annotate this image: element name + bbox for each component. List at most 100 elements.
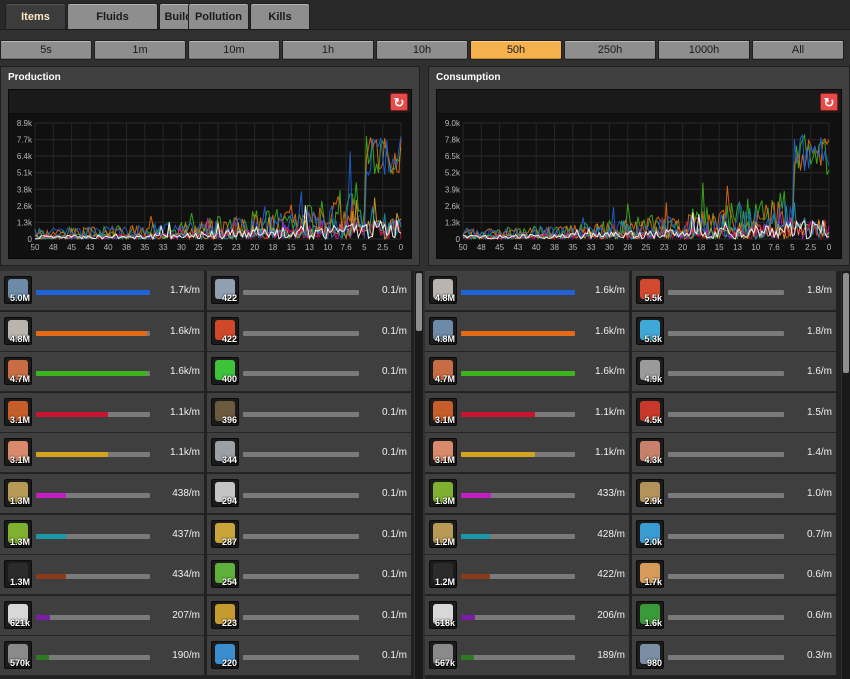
item-slot[interactable]: 4.5k xyxy=(636,397,664,426)
item-slot[interactable]: 1.3M xyxy=(429,479,457,507)
item-slot[interactable]: 4.9k xyxy=(636,357,664,386)
item-row[interactable]: 1.3M 437/m xyxy=(0,514,204,555)
item-row[interactable]: 4.8M 1.6k/m xyxy=(425,311,629,352)
item-slot[interactable]: 4.3k xyxy=(636,438,664,467)
item-row[interactable]: 980 0.3/m xyxy=(632,636,836,677)
timeframe-250h-button[interactable]: 250h xyxy=(564,40,656,60)
item-slot[interactable]: 2.9k xyxy=(636,479,664,507)
item-slot[interactable]: 422 xyxy=(211,276,239,304)
item-slot[interactable]: 1.3M xyxy=(4,560,32,589)
item-row[interactable]: 4.8M 1.6k/m xyxy=(425,271,629,311)
item-slot[interactable]: 3.1M xyxy=(4,397,32,426)
item-row[interactable]: 621k 207/m xyxy=(0,595,204,636)
item-slot[interactable]: 2.0k xyxy=(636,519,664,548)
item-row[interactable]: 567k 189/m xyxy=(425,636,629,677)
item-row[interactable]: 3.1M 1.1k/m xyxy=(425,433,629,474)
item-row[interactable]: 4.3k 1.4/m xyxy=(632,433,836,474)
item-row[interactable]: 2.9k 1.0/m xyxy=(632,474,836,514)
item-row[interactable]: 220 0.1/m xyxy=(207,636,411,677)
item-row[interactable]: 3.1M 1.1k/m xyxy=(425,392,629,433)
timeframe-5s-button[interactable]: 5s xyxy=(0,40,92,60)
item-slot[interactable]: 3.1M xyxy=(429,438,457,467)
production-scrollbar[interactable] xyxy=(415,271,423,679)
item-row[interactable]: 1.2M 422/m xyxy=(425,555,629,596)
item-row[interactable]: 344 0.1/m xyxy=(207,433,411,474)
item-row[interactable]: 4.7M 1.6k/m xyxy=(425,352,629,393)
item-slot[interactable]: 5.3k xyxy=(636,316,664,345)
item-slot[interactable]: 294 xyxy=(211,479,239,507)
item-row[interactable]: 422 0.1/m xyxy=(207,311,411,352)
item-row[interactable]: 396 0.1/m xyxy=(207,392,411,433)
item-row[interactable]: 1.7k 0.6/m xyxy=(632,555,836,596)
item-row[interactable]: 5.5k 1.8/m xyxy=(632,271,836,311)
item-row[interactable]: 400 0.1/m xyxy=(207,352,411,393)
item-row[interactable]: 1.6k 0.6/m xyxy=(632,595,836,636)
item-slot[interactable]: 223 xyxy=(211,600,239,629)
timeframe-1m-button[interactable]: 1m xyxy=(94,40,186,60)
item-slot[interactable]: 1.2M xyxy=(429,560,457,589)
item-slot[interactable]: 618k xyxy=(429,600,457,629)
item-slot[interactable]: 220 xyxy=(211,641,239,670)
item-row[interactable]: 618k 206/m xyxy=(425,595,629,636)
consumption-scrollbar[interactable] xyxy=(842,271,850,679)
item-slot[interactable]: 3.1M xyxy=(429,397,457,426)
item-slot[interactable]: 570k xyxy=(4,641,32,670)
item-slot[interactable]: 4.7M xyxy=(429,357,457,386)
item-row[interactable]: 1.3M 433/m xyxy=(425,474,629,514)
timeframe-1h-button[interactable]: 1h xyxy=(282,40,374,60)
item-row[interactable]: 2.0k 0.7/m xyxy=(632,514,836,555)
tab-fluids[interactable]: Fluids xyxy=(67,3,158,29)
item-row[interactable]: 1.3M 438/m xyxy=(0,474,204,514)
production-scrollbar-thumb[interactable] xyxy=(416,273,422,331)
item-row[interactable]: 287 0.1/m xyxy=(207,514,411,555)
item-slot[interactable]: 1.2M xyxy=(429,519,457,548)
item-slot[interactable]: 4.8M xyxy=(429,316,457,345)
tab-pollution[interactable]: Pollution xyxy=(188,3,249,29)
item-slot[interactable]: 980 xyxy=(636,641,664,670)
item-row[interactable]: 570k 190/m xyxy=(0,636,204,677)
item-slot[interactable]: 1.6k xyxy=(636,600,664,629)
item-row[interactable]: 3.1M 1.1k/m xyxy=(0,433,204,474)
item-row[interactable]: 4.7M 1.6k/m xyxy=(0,352,204,393)
item-row[interactable]: 294 0.1/m xyxy=(207,474,411,514)
item-row[interactable]: 422 0.1/m xyxy=(207,271,411,311)
item-row[interactable]: 3.1M 1.1k/m xyxy=(0,392,204,433)
item-row[interactable]: 254 0.1/m xyxy=(207,555,411,596)
item-slot[interactable]: 1.3M xyxy=(4,519,32,548)
item-row[interactable]: 4.9k 1.6/m xyxy=(632,352,836,393)
item-slot[interactable]: 254 xyxy=(211,560,239,589)
consumption-reset-button[interactable]: ↻ xyxy=(820,93,838,111)
item-slot[interactable]: 400 xyxy=(211,357,239,386)
item-slot[interactable]: 621k xyxy=(4,600,32,629)
consumption-scrollbar-thumb[interactable] xyxy=(843,273,849,373)
item-row[interactable]: 5.0M 1.7k/m xyxy=(0,271,204,311)
item-slot[interactable]: 4.8M xyxy=(429,276,457,304)
production-reset-button[interactable]: ↻ xyxy=(390,93,408,111)
item-slot[interactable]: 396 xyxy=(211,397,239,426)
item-slot[interactable]: 5.0M xyxy=(4,276,32,304)
item-slot[interactable]: 422 xyxy=(211,316,239,345)
item-row[interactable]: 1.3M 434/m xyxy=(0,555,204,596)
item-slot[interactable]: 567k xyxy=(429,641,457,670)
item-slot[interactable]: 3.1M xyxy=(4,438,32,467)
item-row[interactable]: 5.3k 1.8/m xyxy=(632,311,836,352)
item-slot[interactable]: 1.3M xyxy=(4,479,32,507)
item-slot[interactable]: 4.8M xyxy=(4,316,32,345)
item-slot[interactable]: 344 xyxy=(211,438,239,467)
item-row[interactable]: 1.2M 428/m xyxy=(425,514,629,555)
tab-items[interactable]: Items xyxy=(5,3,66,29)
item-row[interactable]: 4.5k 1.5/m xyxy=(632,392,836,433)
timeframe-all-button[interactable]: All xyxy=(752,40,844,60)
item-slot[interactable]: 4.7M xyxy=(4,357,32,386)
item-slot[interactable]: 287 xyxy=(211,519,239,548)
timeframe-10h-button[interactable]: 10h xyxy=(376,40,468,60)
consumption-panel: Consumption ↻ 9.0k 7.8k 6.5k 5.2k 3.9k 2.6k 1.… xyxy=(428,66,850,266)
item-row[interactable]: 223 0.1/m xyxy=(207,595,411,636)
timeframe-10m-button[interactable]: 10m xyxy=(188,40,280,60)
timeframe-50h-button[interactable]: 50h xyxy=(470,40,562,60)
item-slot[interactable]: 5.5k xyxy=(636,276,664,304)
item-row[interactable]: 4.8M 1.6k/m xyxy=(0,311,204,352)
item-slot[interactable]: 1.7k xyxy=(636,560,664,589)
tab-kills[interactable]: Kills xyxy=(250,3,310,29)
timeframe-1000h-button[interactable]: 1000h xyxy=(658,40,750,60)
